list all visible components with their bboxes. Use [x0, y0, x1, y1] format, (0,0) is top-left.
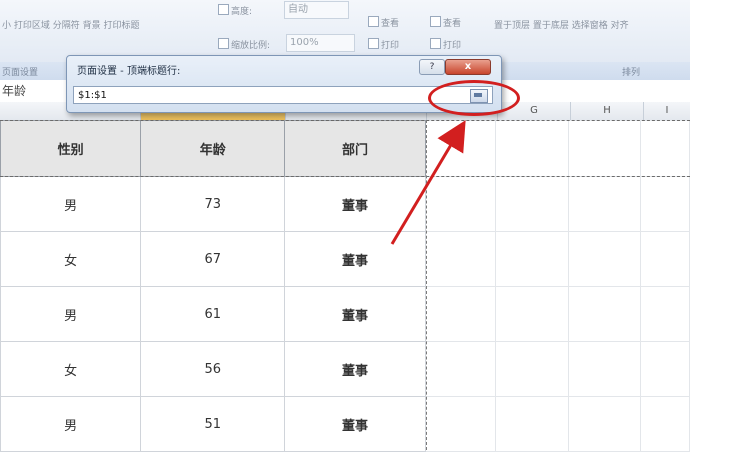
annotation-arrow-icon	[390, 120, 466, 245]
annotation-arrow-line	[390, 120, 466, 245]
